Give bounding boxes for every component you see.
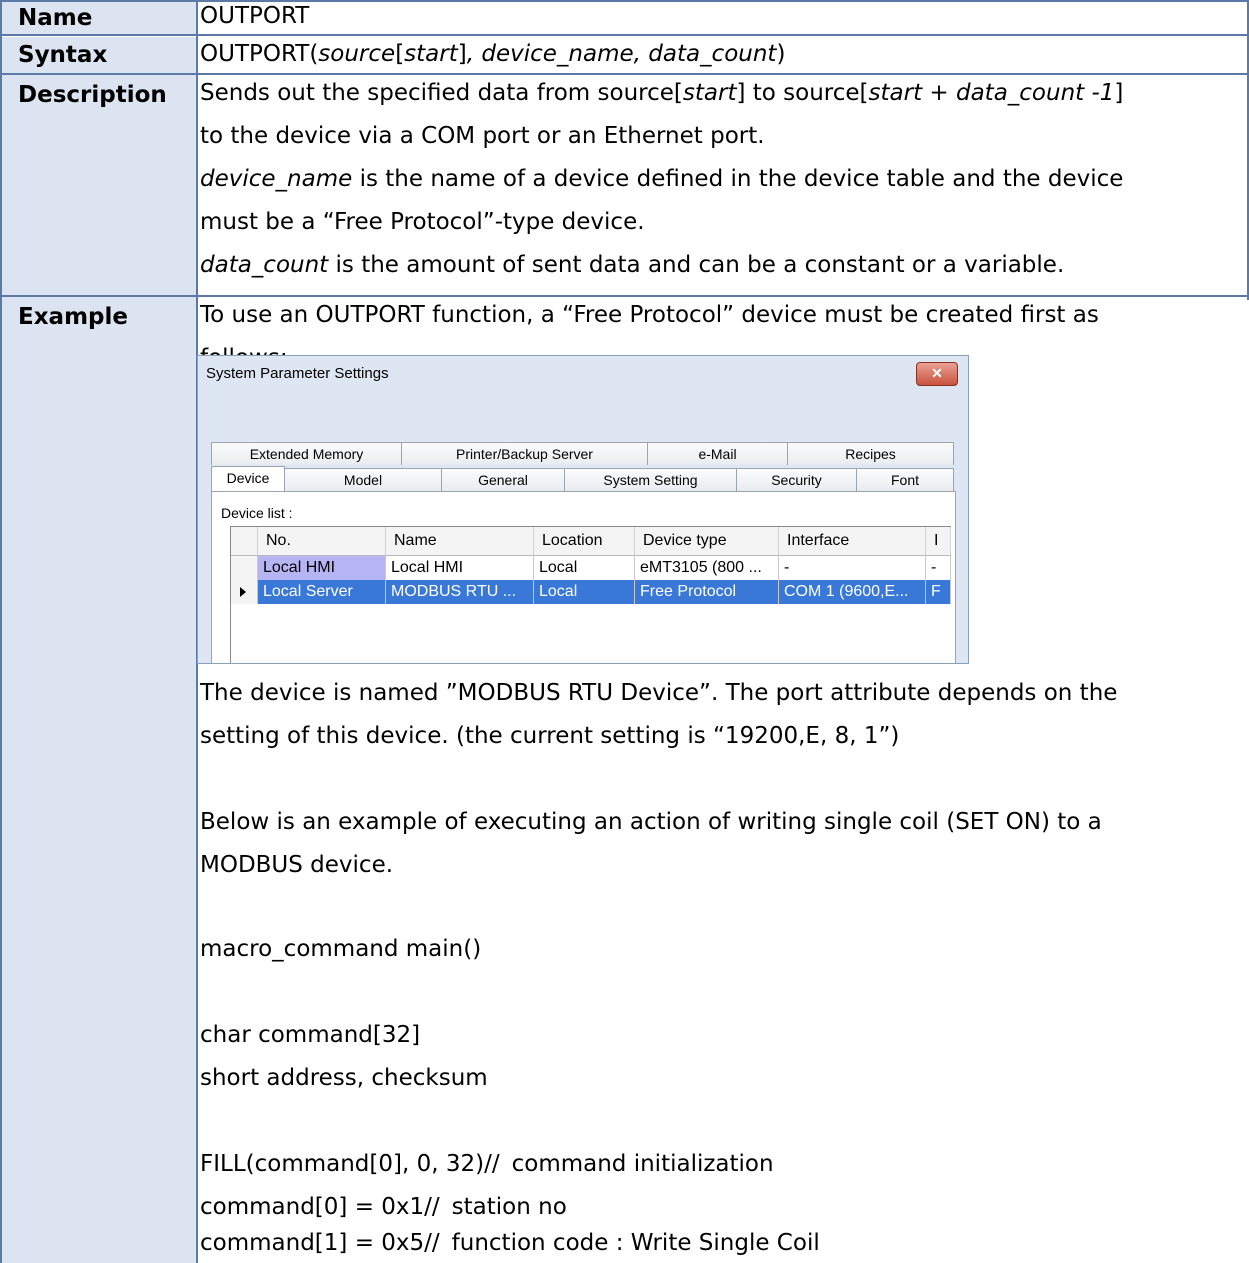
tab-general[interactable]: General <box>441 468 565 491</box>
cell-extra[interactable]: - <box>926 556 951 580</box>
table-row-selected[interactable]: Local Server MODBUS RTU ... Local Free P… <box>231 580 951 604</box>
example-text-line: setting of this device. (the current set… <box>200 723 900 749</box>
table-border-top <box>0 0 1249 2</box>
row-pointer-icon <box>240 587 246 597</box>
tab-row-1: Extended Memory Printer/Backup Server e-… <box>211 442 954 465</box>
description-line: device_name is the name of a device defi… <box>200 166 1124 192</box>
device-list-grid: No. Name Location Device type Interface … <box>230 526 951 663</box>
tab-device[interactable]: Device <box>211 466 285 491</box>
code-line: macro_command main() <box>200 936 482 962</box>
row-label-example: Example <box>18 304 128 330</box>
cell-interface[interactable]: COM 1 (9600,E... <box>779 580 926 604</box>
column-header-extra[interactable]: I <box>926 527 951 555</box>
example-text-line: The device is named ”MODBUS RTU Device”.… <box>200 680 1118 706</box>
cell-extra[interactable]: F <box>926 580 951 604</box>
tab-model[interactable]: Model <box>284 468 442 491</box>
row-divider <box>0 34 1249 36</box>
example-text-line: MODBUS device. <box>200 852 394 878</box>
tab-security[interactable]: Security <box>736 468 857 491</box>
tab-system-setting[interactable]: System Setting <box>564 468 737 491</box>
device-list-label: Device list : <box>221 505 293 521</box>
row-label-syntax: Syntax <box>18 42 108 68</box>
column-header-location[interactable]: Location <box>534 527 635 555</box>
cell-location[interactable]: Local <box>534 556 635 580</box>
column-header-interface[interactable]: Interface <box>779 527 926 555</box>
tab-row-2: Device Model General System Setting Secu… <box>211 466 954 491</box>
label-cell-description <box>2 75 196 295</box>
row-indicator <box>231 556 258 580</box>
grid-header: No. Name Location Device type Interface … <box>231 527 951 556</box>
row-label-name: Name <box>18 5 93 31</box>
dialog-title: System Parameter Settings <box>206 365 389 382</box>
tab-font[interactable]: Font <box>856 468 954 491</box>
cell-no[interactable]: Local HMI <box>258 556 386 580</box>
cell-device-type[interactable]: eMT3105 (800 ... <box>635 556 779 580</box>
column-header-device-type[interactable]: Device type <box>635 527 779 555</box>
table-border-left <box>0 0 2 1263</box>
code-line: FILL(command[0], 0, 32)//command initial… <box>200 1151 774 1177</box>
syntax-text: OUTPORT(source[start], device_name, data… <box>200 41 786 67</box>
cell-name[interactable]: MODBUS RTU ... <box>386 580 534 604</box>
code-line: char command[32] <box>200 1022 421 1048</box>
function-name: OUTPORT <box>200 3 310 29</box>
row-divider <box>0 295 1249 297</box>
row-label-description: Description <box>18 82 167 108</box>
tab-extended-memory[interactable]: Extended Memory <box>211 442 402 465</box>
system-parameter-settings-dialog: System Parameter Settings ✕ Extended Mem… <box>197 355 969 664</box>
code-line: short address, checksum <box>200 1065 488 1091</box>
row-indicator <box>231 580 258 604</box>
cell-location[interactable]: Local <box>534 580 635 604</box>
tab-recipes[interactable]: Recipes <box>787 442 954 465</box>
tab-e-mail[interactable]: e-Mail <box>647 442 788 465</box>
column-header-no[interactable]: No. <box>258 527 386 555</box>
tab-printer-backup-server[interactable]: Printer/Backup Server <box>401 442 648 465</box>
row-divider <box>0 73 1249 75</box>
cell-name[interactable]: Local HMI <box>386 556 534 580</box>
code-line: command[0] = 0x1//station no <box>200 1194 567 1220</box>
device-tab-panel: Device list : No. Name Location Device t… <box>211 491 956 663</box>
table-row[interactable]: Local HMI Local HMI Local eMT3105 (800 .… <box>231 556 951 580</box>
example-text-line: Below is an example of executing an acti… <box>200 809 1102 835</box>
header-indicator <box>231 527 258 555</box>
description-line: Sends out the specified data from source… <box>200 80 1124 106</box>
code-line: command[1] = 0x5//function code : Write … <box>200 1230 820 1256</box>
description-line: data_count is the amount of sent data an… <box>200 252 1065 278</box>
label-cell-example <box>2 297 196 1263</box>
cell-interface[interactable]: - <box>779 556 926 580</box>
close-icon[interactable]: ✕ <box>916 362 958 386</box>
description-line: must be a “Free Protocol”-type device. <box>200 209 645 235</box>
cell-device-type[interactable]: Free Protocol <box>635 580 779 604</box>
example-intro-line: To use an OUTPORT function, a “Free Prot… <box>200 302 1099 328</box>
cell-no[interactable]: Local Server <box>258 580 386 604</box>
description-line: to the device via a COM port or an Ether… <box>200 123 765 149</box>
column-header-name[interactable]: Name <box>386 527 534 555</box>
